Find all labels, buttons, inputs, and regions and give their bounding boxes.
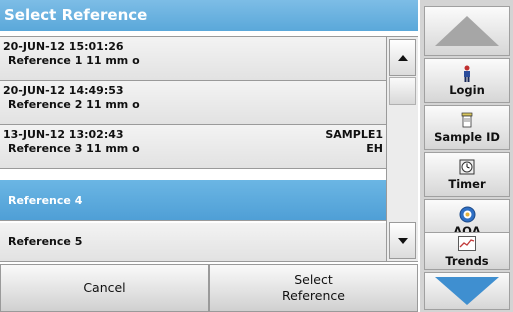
arrow-down-icon (435, 277, 499, 305)
login-label: Login (449, 83, 485, 97)
reference-date: 20-JUN-12 14:49:53 (3, 84, 124, 97)
list-item-selected[interactable]: Reference 4 (0, 180, 386, 221)
trends-label: Trends (445, 253, 489, 268)
select-reference-button[interactable]: Select Reference (209, 264, 418, 312)
list-item[interactable]: 13-JUN-12 13:02:43 Reference 3 11 mm o S… (0, 125, 386, 169)
timer-button[interactable]: Timer (424, 152, 510, 197)
reference-date: 13-JUN-12 13:02:43 (3, 128, 124, 141)
sample-id-label: Sample ID (434, 130, 500, 144)
select-label-line1: Select (294, 272, 333, 287)
list-item[interactable]: 20-JUN-12 14:49:53 Reference 2 11 mm o (0, 81, 386, 125)
scroll-down-button[interactable] (389, 222, 416, 259)
caret-up-icon (397, 54, 408, 61)
scrollbar[interactable] (386, 37, 418, 261)
sample-id: SAMPLE1 (325, 128, 383, 141)
select-label-line2: Reference (282, 288, 345, 303)
caret-down-icon (397, 237, 408, 244)
sample-id-button[interactable]: Sample ID (424, 105, 510, 150)
reference-name: Reference 2 11 mm o (8, 98, 140, 111)
side-panel: Login Sample ID Timer AQA Trends (420, 0, 513, 312)
scrollbar-thumb[interactable] (389, 77, 416, 105)
trend-chart-icon (458, 235, 476, 253)
reference-name: Reference 5 (8, 235, 83, 248)
bottom-bar: Cancel Select Reference (0, 264, 418, 312)
sample-vial-icon (461, 111, 473, 129)
reference-name: Reference 4 (8, 194, 83, 207)
select-reference-label: Select Reference (282, 272, 345, 304)
arrow-up-icon (435, 16, 499, 46)
scroll-up-arrow-button[interactable] (424, 6, 510, 56)
timer-icon (459, 158, 475, 176)
timer-label: Timer (448, 177, 486, 191)
person-icon (461, 64, 473, 82)
login-button[interactable]: Login (424, 58, 510, 103)
sample-suffix: EH (366, 142, 383, 155)
list-item[interactable]: Reference 5 (0, 223, 386, 261)
cancel-button[interactable]: Cancel (0, 264, 209, 312)
scroll-up-button[interactable] (389, 39, 416, 76)
trends-button[interactable]: Trends (424, 232, 510, 270)
reference-date: 20-JUN-12 15:01:26 (3, 40, 124, 53)
reference-name: Reference 1 11 mm o (8, 54, 140, 67)
cancel-label: Cancel (83, 280, 126, 295)
aqa-icon (459, 205, 476, 223)
reference-name: Reference 3 11 mm o (8, 142, 140, 155)
list-item[interactable]: 20-JUN-12 15:01:26 Reference 1 11 mm o (0, 37, 386, 81)
page-title: Select Reference (0, 0, 418, 31)
reference-list: 20-JUN-12 15:01:26 Reference 1 11 mm o 2… (0, 36, 418, 262)
scroll-down-arrow-button[interactable] (424, 272, 510, 310)
